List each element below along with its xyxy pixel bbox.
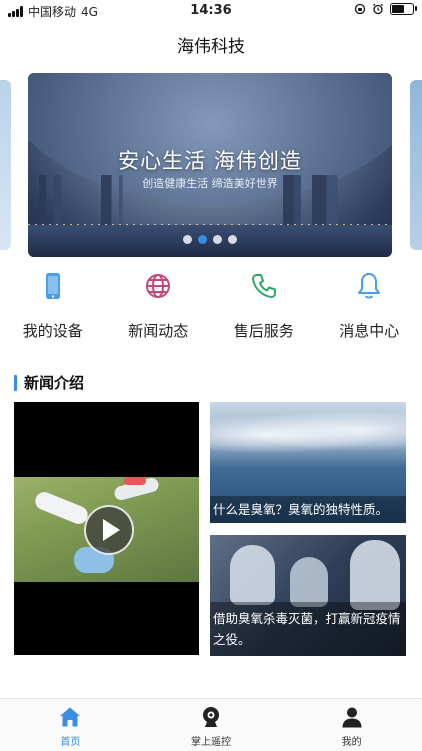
remote-camera-icon bbox=[203, 707, 219, 727]
carousel-dot[interactable] bbox=[198, 235, 207, 244]
banner-title: 安心生活 海伟创造 bbox=[118, 149, 302, 173]
orientation-lock-icon bbox=[354, 3, 366, 15]
phone-call-icon bbox=[251, 274, 276, 298]
news-article-card-2[interactable]: 借助臭氧杀毒灭菌，打赢新冠疫情之役。 bbox=[210, 535, 406, 656]
play-icon[interactable] bbox=[84, 505, 134, 555]
menu-item-after-sales[interactable]: 售后服务 bbox=[214, 270, 314, 350]
quick-menu: 我的设备 新闻动态 售后服务 消息中心 bbox=[0, 270, 422, 350]
tab-bar: 首页 掌上遥控 我的 bbox=[0, 698, 422, 751]
user-icon bbox=[342, 707, 362, 728]
menu-label-my-devices: 我的设备 bbox=[22, 322, 83, 340]
tab-profile[interactable]: 我的 bbox=[281, 699, 422, 751]
menu-label-after-sales: 售后服务 bbox=[233, 322, 294, 340]
page-title: 海伟科技 bbox=[177, 37, 245, 57]
news-article-caption: 什么是臭氧？臭氧的独特性质。 bbox=[210, 496, 406, 523]
status-right bbox=[354, 3, 417, 15]
carousel-dot[interactable] bbox=[183, 235, 192, 244]
alarm-icon bbox=[373, 3, 383, 15]
menu-item-news[interactable]: 新闻动态 bbox=[108, 270, 208, 350]
menu-item-message-center[interactable]: 消息中心 bbox=[319, 270, 419, 350]
carousel-dot[interactable] bbox=[228, 235, 237, 244]
article-image-figure bbox=[230, 545, 275, 605]
news-article-caption: 借助臭氧杀毒灭菌，打赢新冠疫情之役。 bbox=[210, 602, 406, 656]
banner-next-slide-peek[interactable] bbox=[410, 80, 422, 250]
menu-item-my-devices[interactable]: 我的设备 bbox=[3, 270, 103, 350]
menu-label-news: 新闻动态 bbox=[128, 322, 189, 340]
article-image-figure bbox=[350, 540, 400, 610]
menu-label-message-center: 消息中心 bbox=[339, 322, 400, 340]
news-section-header: 新闻介绍 bbox=[14, 372, 84, 393]
home-icon bbox=[60, 707, 81, 727]
phone-device-icon bbox=[45, 273, 60, 299]
section-title: 新闻介绍 bbox=[24, 374, 85, 392]
banner-subtitle: 创造健康生活 缔造美好世界 bbox=[142, 177, 278, 190]
article-image-figure bbox=[290, 557, 328, 607]
bell-icon bbox=[358, 273, 381, 299]
tab-label-profile: 我的 bbox=[341, 737, 362, 748]
carousel-dot[interactable] bbox=[213, 235, 222, 244]
banner-prev-slide-peek[interactable] bbox=[0, 80, 11, 250]
tab-label-remote-control: 掌上遥控 bbox=[191, 737, 231, 748]
news-video-card[interactable] bbox=[14, 402, 199, 655]
banner-carousel[interactable]: 安心生活 海伟创造 创造健康生活 缔造美好世界 bbox=[28, 73, 392, 257]
article-image-sky bbox=[210, 412, 406, 457]
section-accent-bar bbox=[14, 374, 17, 391]
battery-icon bbox=[390, 3, 417, 15]
tab-label-home: 首页 bbox=[60, 737, 81, 748]
tab-remote-control[interactable]: 掌上遥控 bbox=[141, 699, 282, 751]
globe-icon bbox=[146, 274, 171, 298]
carousel-indicator bbox=[28, 235, 392, 244]
video-figure-4 bbox=[124, 477, 146, 485]
video-figure-1 bbox=[32, 489, 91, 527]
news-article-card-1[interactable]: 什么是臭氧？臭氧的独特性质。 bbox=[210, 402, 406, 523]
tab-home[interactable]: 首页 bbox=[0, 699, 141, 751]
status-bar: 中国移动 4G 14:36 bbox=[0, 0, 422, 22]
